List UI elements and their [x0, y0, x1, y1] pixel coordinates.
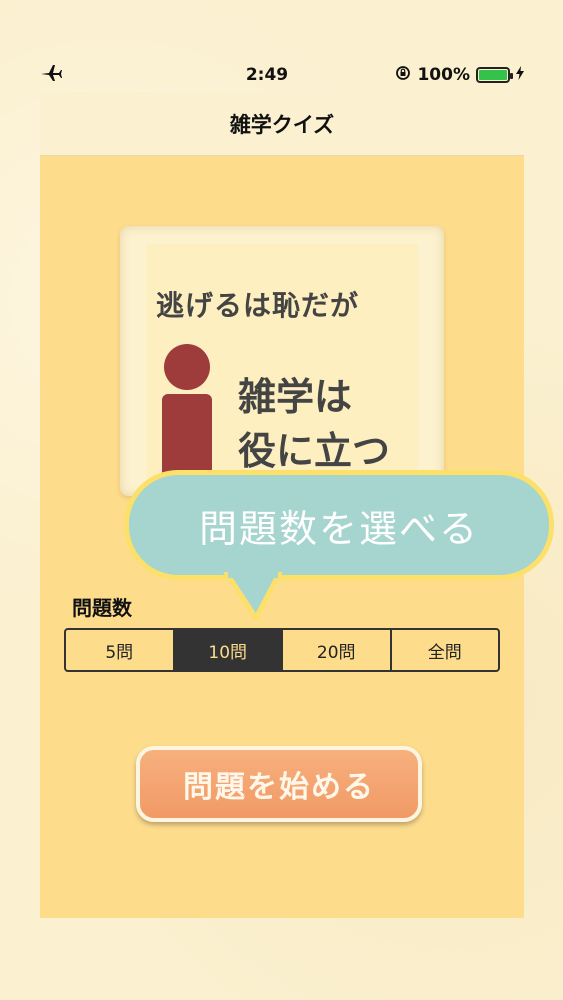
- question-count-selector: 5問 10問 20問 全問: [64, 628, 500, 672]
- battery-fill: [479, 70, 507, 80]
- book-cover-image: 逃げるは恥だが 雑学は 役に立つ: [146, 244, 418, 484]
- segment-10-questions[interactable]: 10問: [174, 630, 283, 670]
- airplane-mode-icon: [40, 64, 62, 87]
- status-time: 2:49: [245, 65, 289, 85]
- book-cover-frame: 逃げるは恥だが 雑学は 役に立つ: [120, 226, 444, 496]
- rotation-lock-icon: [395, 65, 411, 86]
- status-bar: 2:49 100%: [40, 58, 524, 92]
- start-quiz-button[interactable]: 問題を始める: [136, 746, 422, 822]
- battery-icon: [476, 67, 513, 83]
- page-title: 雑学クイズ: [229, 112, 335, 137]
- status-right: 100%: [374, 65, 524, 86]
- speech-bubble-text: 問題数を選べる: [198, 506, 479, 551]
- book-title-line2: 雑学は: [238, 375, 353, 419]
- book-title-line1: 逃げるは恥だが: [156, 289, 360, 322]
- speech-bubble-tail: [223, 572, 283, 621]
- segment-20-questions[interactable]: 20問: [283, 630, 392, 670]
- navigation-bar: 雑学クイズ: [40, 92, 524, 156]
- figure-icon: [162, 344, 212, 484]
- question-count-label: 問題数: [72, 596, 132, 620]
- start-quiz-label: 問題を始める: [183, 770, 375, 805]
- segment-5-questions[interactable]: 5問: [66, 630, 175, 670]
- status-left: [40, 64, 160, 87]
- figure-head: [164, 344, 210, 390]
- book-title-line3: 役に立つ: [238, 429, 391, 473]
- speech-bubble: 問題数を選べる: [124, 470, 554, 580]
- charging-icon: [516, 65, 524, 85]
- battery-percent: 100%: [417, 65, 470, 85]
- segment-all-questions[interactable]: 全問: [392, 630, 499, 670]
